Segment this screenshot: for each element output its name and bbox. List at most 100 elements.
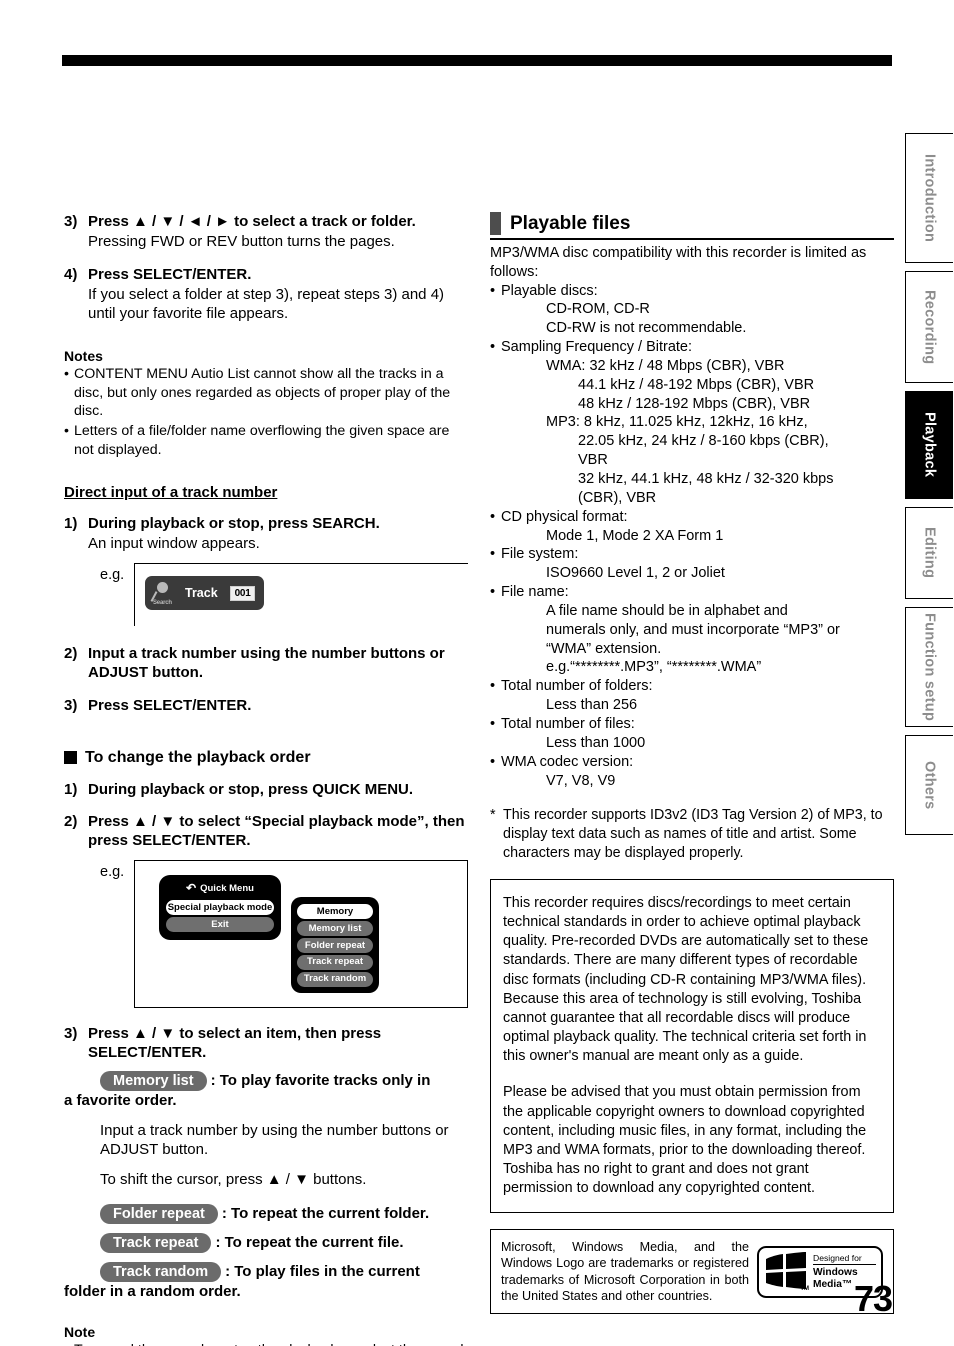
mode-track-random: Track random : To play files in the curr… <box>64 1262 468 1282</box>
asterisk-icon: * <box>490 807 496 824</box>
spec-value: numerals only, and must incorporate “MP3… <box>546 621 840 638</box>
note-list-item: • Letters of a file/folder name overflow… <box>64 422 468 459</box>
step-title: Press SELECT/ENTER. <box>88 265 252 283</box>
figure-frame: ↷ Quick Menu Special playback mode Exit … <box>134 860 468 1008</box>
playback-order-heading: To change the playback order <box>64 749 468 767</box>
step-number: 4) <box>64 265 78 283</box>
spec-value: ISO9660 Level 1, 2 or Joliet <box>546 565 725 582</box>
bullet-icon: • <box>490 584 496 601</box>
disclaimer-paragraph: Please be advised that you must obtain p… <box>503 1084 867 1197</box>
spec-label: File system: <box>501 546 579 563</box>
windows-flag-icon: TM <box>764 1251 809 1292</box>
eg-label: e.g. <box>100 864 125 881</box>
step-3: 3) Press ▲ / ▼ / ◄ / ► to select a track… <box>64 212 468 252</box>
step-title: During playback or stop, press SEARCH. <box>88 514 380 532</box>
spec-mp3-line: MP3: 8 kHz, 11.025 kHz, 12kHz, 16 kHz, <box>546 414 808 431</box>
note-text: Letters of a file/folder name overflowin… <box>74 423 450 458</box>
bullet-icon: • <box>64 423 69 440</box>
notes-heading: Notes <box>64 347 103 364</box>
sidebar-item-editing[interactable]: Editing <box>905 507 953 599</box>
spec-sampling-frequency: • Sampling Frequency / Bitrate: <box>490 338 894 357</box>
step-number: 1) <box>64 514 78 532</box>
spec-label: CD physical format: <box>501 508 628 525</box>
note-list-item: • CONTENT MENU Autio List cannot show al… <box>64 365 468 421</box>
left-column: 3) Press ▲ / ▼ / ◄ / ► to select a track… <box>64 212 468 1346</box>
spec-value-example: e.g.“********.MP3”, “********.WMA” <box>546 659 762 676</box>
search-icon-label: Search <box>153 600 172 607</box>
menu-item-folder-repeat[interactable]: Folder repeat <box>297 938 373 953</box>
intro-paragraph: MP3/WMA disc compatibility with this rec… <box>490 244 867 280</box>
note-list-item: • To cancel these modes, stop the playba… <box>64 1341 468 1346</box>
tab-label: Others <box>921 760 938 810</box>
step-number: 3) <box>64 213 78 230</box>
bullet-icon: • <box>490 339 496 356</box>
bullet-icon: • <box>490 753 496 770</box>
quick-menu-icon: ↷ <box>186 881 197 896</box>
mode-description-cont: a favorite order. <box>64 1092 177 1110</box>
sidebar-item-introduction[interactable]: Introduction <box>905 133 953 263</box>
step-number: 2) <box>64 812 78 830</box>
step-number: 2) <box>64 645 78 663</box>
document-page: Introduction Recording Playback Editing … <box>0 0 954 1346</box>
step-title: During playback or stop, press QUICK MEN… <box>88 780 414 798</box>
note-heading: Note <box>64 1323 96 1340</box>
id3v2-footnote: * This recorder supports ID3v2 (ID3 Tag … <box>490 806 894 863</box>
spec-wma-line: 44.1 kHz / 48-192 Mbps (CBR), VBR <box>578 376 815 393</box>
section-tab-nav: Introduction Recording Playback Editing … <box>905 133 954 843</box>
heading-accent-bar <box>490 212 501 235</box>
spec-label: Total number of files: <box>501 715 635 732</box>
sidebar-item-function-setup[interactable]: Function setup <box>905 607 953 727</box>
square-bullet-icon <box>64 751 77 765</box>
mode-badge: Track random <box>100 1262 222 1282</box>
mode-memory-list: Memory list : To play favorite tracks on… <box>64 1071 468 1092</box>
step-number: 3) <box>64 696 78 714</box>
step-subtext: Pressing FWD or REV button turns the pag… <box>88 233 395 251</box>
tab-label: Introduction <box>921 153 938 243</box>
sidebar-item-playback[interactable]: Playback <box>905 391 953 499</box>
playable-files-heading: Playable files <box>490 212 894 240</box>
mode-track-repeat: Track repeat : To repeat the current fil… <box>64 1233 468 1253</box>
memory-list-para-2: To shift the cursor, press ▲ / ▼ buttons… <box>100 1171 367 1189</box>
mode-folder-repeat: Folder repeat : To repeat the current fo… <box>64 1204 468 1224</box>
step-4: 4) Press SELECT/ENTER. If you select a f… <box>64 265 468 324</box>
sidebar-item-others[interactable]: Others <box>905 735 953 835</box>
tab-label: Recording <box>921 289 938 365</box>
mode-description: : To play favorite tracks only in <box>210 1072 431 1090</box>
sidebar-item-recording[interactable]: Recording <box>905 271 953 383</box>
spec-playable-discs: • Playable discs: <box>490 282 894 301</box>
step-title: Press ▲ / ▼ to select an item, then pres… <box>88 1024 382 1061</box>
trademark-symbol: TM <box>800 1285 809 1292</box>
disclaimer-box: This recorder requires discs/recordings … <box>490 878 894 1214</box>
bullet-icon: • <box>490 282 496 299</box>
spec-value: V7, V8, V9 <box>546 772 616 789</box>
menu-item-special-playback-mode[interactable]: Special playback mode <box>166 900 274 916</box>
microsoft-trademark-box: Microsoft, Windows Media, and the Window… <box>490 1229 894 1314</box>
spec-value: CD-RW is not recommendable. <box>546 320 747 337</box>
figure-frame: Search Track 001 <box>134 563 468 627</box>
menu-item-exit[interactable]: Exit <box>166 917 274 933</box>
header-rule <box>62 55 892 66</box>
memory-list-para-1: Input a track number by using the number… <box>100 1121 449 1159</box>
spec-wma-line: WMA: 32 kHz / 48 Mbps (CBR), VBR <box>546 357 785 374</box>
menu-item-memory-list[interactable]: Memory list <box>297 921 373 937</box>
step-title: Press SELECT/ENTER. <box>88 696 252 714</box>
mode-badge: Memory list <box>100 1071 207 1092</box>
tab-label: Playback <box>921 412 938 478</box>
menu-item-track-random[interactable]: Track random <box>297 971 373 987</box>
direct-input-heading: Direct input of a track number <box>64 483 278 501</box>
search-example-figure: e.g. Search Track 001 <box>64 563 468 627</box>
search-field-label: Track <box>185 586 218 601</box>
bullet-icon: • <box>64 1341 74 1346</box>
note-text: To cancel these modes, stop the playback… <box>74 1341 468 1346</box>
spec-file-system: • File system: <box>490 545 894 564</box>
quick-menu-submenu: Memory Memory list Folder repeat Track r… <box>291 897 379 993</box>
menu-item-track-repeat[interactable]: Track repeat <box>297 954 373 970</box>
quick-menu-example-figure: e.g. ↷ Quick Menu Special playback mode … <box>64 860 468 1008</box>
menu-item-memory[interactable]: Memory <box>297 904 373 920</box>
eg-label: e.g. <box>100 567 125 584</box>
spec-wma-line: 48 kHz / 128-192 Mbps (CBR), VBR <box>578 395 811 412</box>
spec-label: Total number of folders: <box>501 678 653 695</box>
section-title: To change the playback order <box>85 748 311 766</box>
spec-mp3-line: VBR <box>578 452 608 469</box>
trademark-text: Microsoft, Windows Media, and the Window… <box>501 1240 749 1303</box>
